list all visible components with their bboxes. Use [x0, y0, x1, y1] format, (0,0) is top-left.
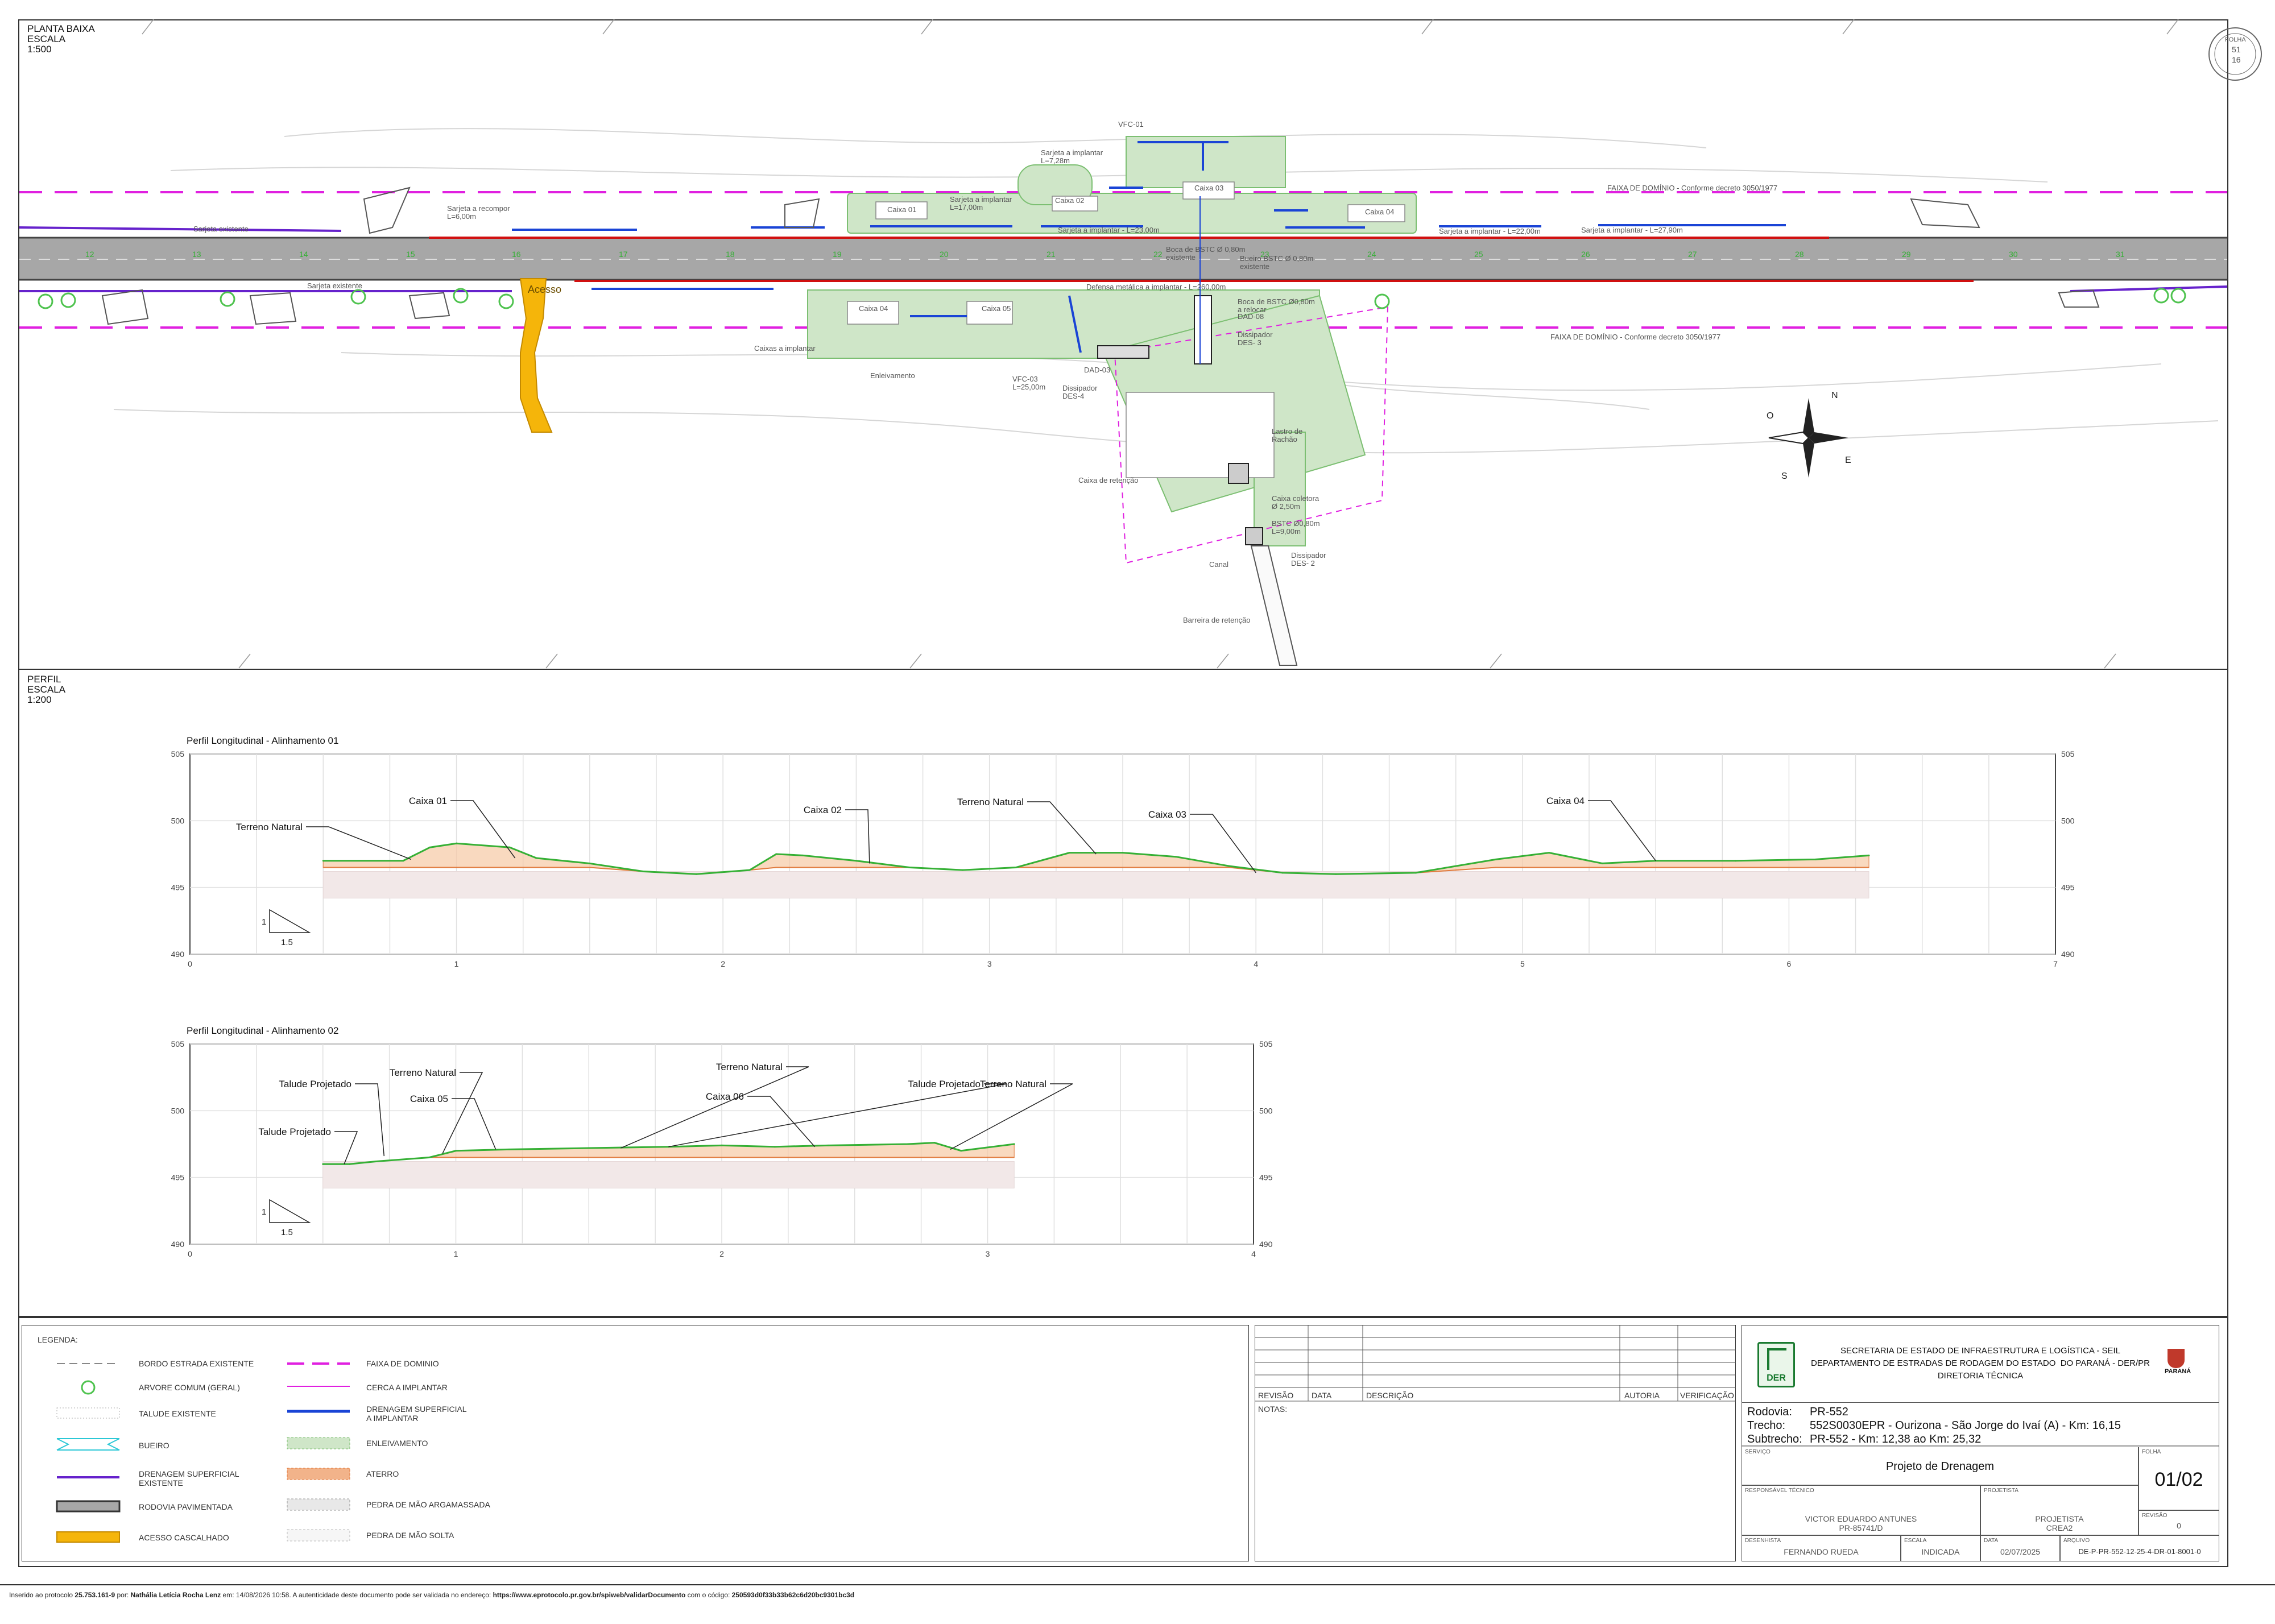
folha-label: FOLHA [2142, 1449, 2161, 1455]
servico-label: SERVIÇO [1745, 1449, 1771, 1455]
der-logo-text: DER [1767, 1373, 1786, 1383]
resp-label: RESPONSÁVEL TÉCNICO [1745, 1488, 1814, 1494]
projetista-label: PROJETISTA [1984, 1488, 2018, 1494]
revision-header: DESCRIÇÃO [1366, 1391, 1414, 1400]
resp-crea: PR-85741/D [1839, 1523, 1883, 1532]
desenhista-value: FERNANDO RUEDA [1784, 1547, 1859, 1556]
escala-label: ESCALA [1904, 1538, 1927, 1544]
revision-header: DATA [1312, 1391, 1332, 1400]
rodovia-value: PR-552 [1810, 1406, 1848, 1418]
revision-header: REVISÃO [1258, 1391, 1294, 1400]
org-line-1: SECRETARIA DE ESTADO DE INFRAESTRUTURA E… [1840, 1346, 2121, 1356]
arquivo-label: ARQUIVO [2063, 1538, 2090, 1544]
notes-label: NOTAS: [1258, 1405, 1288, 1414]
data-value: 02/07/2025 [2000, 1547, 2041, 1556]
validation-link[interactable]: https://www.eprotocolo.pr.gov.br/spiweb/… [493, 1591, 686, 1599]
projetista-name: PROJETISTA [2035, 1514, 2084, 1523]
trecho-label: Trecho: [1747, 1419, 1786, 1432]
desenhista-label: DESENHISTA [1745, 1538, 1781, 1544]
projetista-crea: CREA2 [2046, 1523, 2073, 1532]
revisao-value: 0 [2177, 1521, 2181, 1530]
rodovia-label: Rodovia: [1747, 1406, 1792, 1418]
parana-logo: PARANÁ [2165, 1349, 2191, 1379]
footer: Inserido ao protocolo 25.753.161-9 por: … [0, 1584, 2275, 1624]
parana-logo-text: PARANÁ [2165, 1368, 2191, 1375]
footer-text: Inserido ao protocolo 25.753.161-9 por: … [9, 1591, 855, 1599]
arquivo-value: DE-P-PR-552-12-25-4-DR-01-8001-0 [2078, 1547, 2201, 1556]
subtrecho-value: PR-552 - Km: 12,38 ao Km: 25,32 [1810, 1433, 1982, 1445]
data-label: DATA [1984, 1538, 1999, 1544]
escala-value: INDICADA [1921, 1547, 1960, 1556]
revision-header: AUTORIA [1624, 1391, 1660, 1400]
trecho-value: 552S0030EPR - Ourizona - São Jorge do Iv… [1810, 1419, 2121, 1432]
servico-value: Projeto de Drenagem [1885, 1460, 1995, 1473]
org-line-3: DIRETORIA TÉCNICA [1937, 1371, 2024, 1381]
resp-name: VICTOR EDUARDO ANTUNES [1805, 1514, 1917, 1523]
folha-value: 01/02 [2154, 1469, 2203, 1490]
revisao-label: REVISÃO [2142, 1513, 2168, 1519]
der-logo: DER [1757, 1342, 1795, 1387]
revision-header: VERIFICAÇÃO [1680, 1391, 1734, 1400]
subtrecho-label: Subtrecho: [1747, 1433, 1802, 1445]
org-line-2: DEPARTAMENTO DE ESTRADAS DE RODAGEM DO E… [1811, 1358, 2150, 1368]
